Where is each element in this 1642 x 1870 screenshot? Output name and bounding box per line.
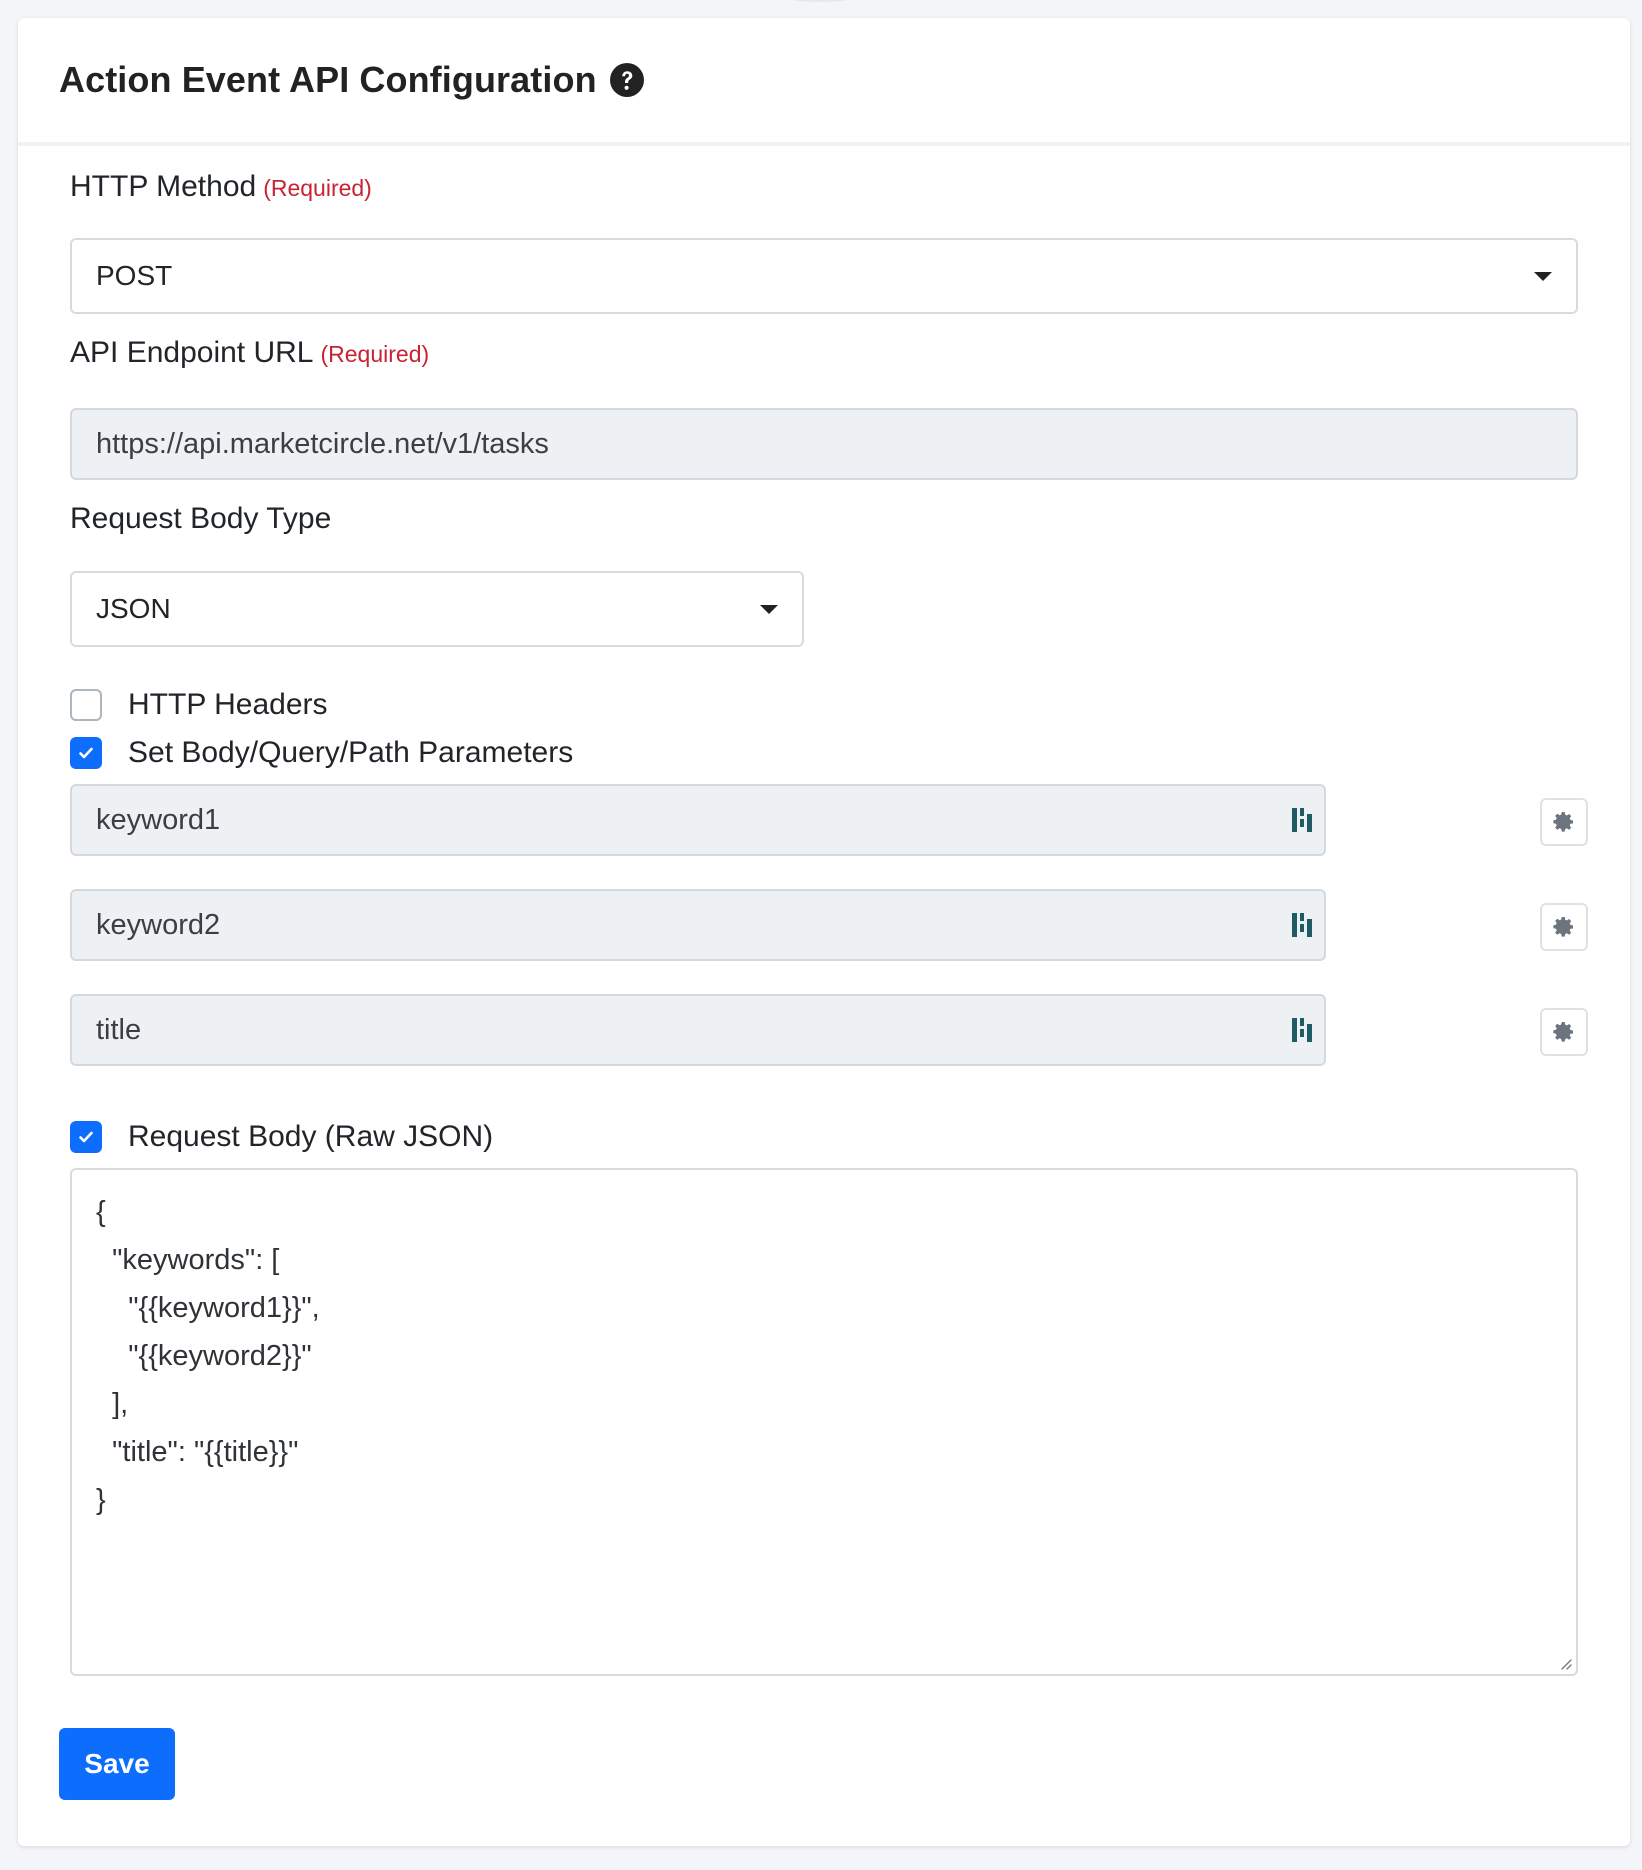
raw-body-content: { "keywords": [ "{{keyword1}}", "{{keywo… <box>96 1196 320 1516</box>
param-field-keyword1[interactable]: keyword1 <box>70 784 1326 856</box>
raw-body-row: Request Body (Raw JSON) <box>70 1120 493 1154</box>
param-value: keyword2 <box>96 908 221 941</box>
card-header: Action Event API Configuration <box>18 18 1630 146</box>
raw-body-label: Request Body (Raw JSON) <box>128 1120 494 1153</box>
endpoint-url-input[interactable]: https://api.marketcircle.net/v1/tasks <box>70 408 1578 480</box>
gear-icon <box>1553 1022 1573 1042</box>
param-settings-button[interactable] <box>1540 903 1588 951</box>
param-field-title[interactable]: title <box>70 994 1326 1066</box>
caret-down-icon <box>1534 271 1552 281</box>
save-button[interactable]: Save <box>59 1728 175 1800</box>
endpoint-label: API Endpoint URL <box>70 336 314 369</box>
http-headers-row: HTTP Headers <box>70 688 328 722</box>
required-indicator: (Required) <box>263 175 372 201</box>
body-type-label: Request Body Type <box>70 502 332 535</box>
caret-down-icon <box>760 604 778 614</box>
daylight-brand-icon[interactable] <box>1290 910 1316 940</box>
params-label: Set Body/Query/Path Parameters <box>128 736 574 769</box>
param-field-keyword2[interactable]: keyword2 <box>70 889 1326 961</box>
params-checkbox[interactable] <box>70 737 102 769</box>
http-headers-checkbox[interactable] <box>70 689 102 721</box>
params-row: Set Body/Query/Path Parameters <box>70 736 573 770</box>
check-icon <box>79 1131 93 1143</box>
page-title: Action Event API Configuration <box>59 59 597 100</box>
body-type-value: JSON <box>96 593 171 624</box>
http-method-select[interactable]: POST <box>70 238 1578 314</box>
http-method-label-row: HTTP Method (Required) <box>70 170 372 204</box>
resize-handle-icon[interactable] <box>1556 1654 1572 1670</box>
body-type-label-row: Request Body Type <box>70 502 331 536</box>
question-circle-icon[interactable] <box>609 62 645 98</box>
gear-icon <box>1553 917 1573 937</box>
param-settings-button[interactable] <box>1540 798 1588 846</box>
http-method-value: POST <box>96 260 173 291</box>
required-indicator: (Required) <box>320 341 430 367</box>
daylight-brand-icon[interactable] <box>1290 805 1316 835</box>
check-icon <box>79 747 93 759</box>
raw-body-checkbox[interactable] <box>70 1121 102 1153</box>
gear-icon <box>1553 812 1573 832</box>
param-settings-button[interactable] <box>1540 1008 1588 1056</box>
raw-body-textarea[interactable]: { "keywords": [ "{{keyword1}}", "{{keywo… <box>70 1168 1578 1676</box>
param-value: title <box>96 1013 142 1046</box>
http-method-label: HTTP Method <box>70 170 257 203</box>
endpoint-label-row: API Endpoint URL (Required) <box>70 336 429 370</box>
param-value: keyword1 <box>96 803 221 836</box>
top-notch-decoration <box>770 0 870 2</box>
config-card: Action Event API Configuration HTTP Meth… <box>18 18 1630 1846</box>
http-headers-label: HTTP Headers <box>128 688 328 721</box>
body-type-select[interactable]: JSON <box>70 571 804 647</box>
endpoint-url-value: https://api.marketcircle.net/v1/tasks <box>96 427 549 460</box>
daylight-brand-icon[interactable] <box>1290 1015 1316 1045</box>
